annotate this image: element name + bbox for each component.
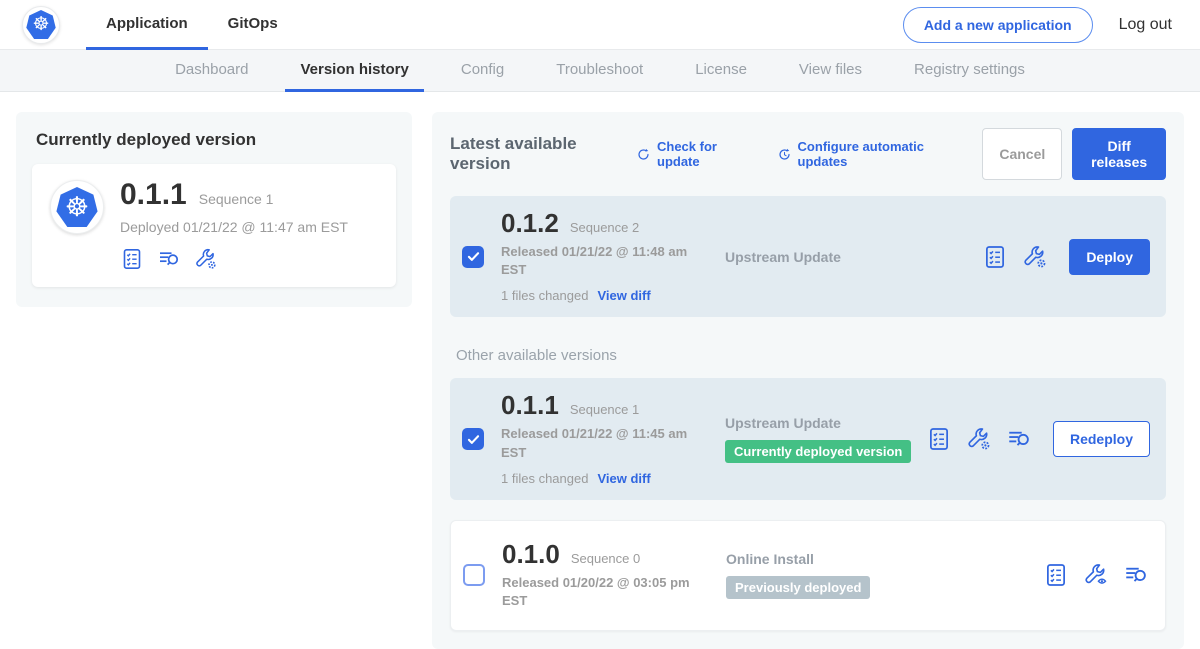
latest-version-header: Latest available version Check for updat… [450, 128, 1166, 180]
list-magnifier-icon[interactable] [1006, 426, 1032, 452]
kubernetes-logo-icon: ☸ [22, 6, 60, 44]
deployed-version-card: ☸ 0.1.1 Sequence 1 Deployed 01/21/22 @ 1… [32, 164, 396, 287]
cancel-button[interactable]: Cancel [982, 128, 1062, 180]
version-sequence: Sequence 0 [571, 551, 640, 566]
log-out-link[interactable]: Log out [1119, 16, 1172, 34]
configure-automatic-updates-link[interactable]: Configure automatic updates [777, 139, 957, 169]
add-new-application-button[interactable]: Add a new application [903, 7, 1093, 43]
version-sequence: Sequence 2 [570, 220, 639, 235]
check-for-update-link[interactable]: Check for update [636, 139, 751, 169]
deploy-button[interactable]: Deploy [1069, 239, 1150, 275]
wrench-gear-icon[interactable] [1022, 244, 1048, 270]
app-subnav: Dashboard Version history Config Trouble… [0, 50, 1200, 92]
view-diff-link[interactable]: View diff [597, 471, 650, 486]
files-changed: 1 files changed [501, 471, 588, 486]
version-row-0-1-1: 0.1.1 Sequence 1 Released 01/21/22 @ 11:… [450, 378, 1166, 499]
wrench-gear-icon[interactable] [966, 426, 992, 452]
deployed-sequence: Sequence 1 [199, 191, 274, 207]
latest-available-title: Latest available version [450, 134, 620, 174]
wrench-gear-icon[interactable] [194, 247, 218, 271]
redeploy-button[interactable]: Redeploy [1053, 421, 1150, 457]
version-number: 0.1.0 [502, 541, 560, 567]
checklist-icon[interactable] [120, 247, 144, 271]
list-magnifier-icon[interactable] [157, 247, 181, 271]
tab-dashboard[interactable]: Dashboard [160, 50, 263, 92]
kubernetes-wheel-icon: ☸ [32, 13, 49, 36]
tab-registry-settings[interactable]: Registry settings [899, 50, 1040, 92]
released-timestamp: Released 01/21/22 @ 11:48 am EST [501, 243, 691, 279]
tab-gitops-label: GitOps [228, 15, 278, 32]
app-logo-icon: ☸ [50, 180, 104, 234]
tab-license[interactable]: License [680, 50, 762, 92]
version-history-panel: Latest available version Check for updat… [432, 112, 1184, 649]
version-checkbox[interactable] [462, 428, 484, 450]
check-icon [465, 431, 482, 448]
version-sequence: Sequence 1 [570, 402, 639, 417]
tab-troubleshoot[interactable]: Troubleshoot [541, 50, 658, 92]
checklist-icon[interactable] [1043, 562, 1069, 588]
other-available-versions-title: Other available versions [456, 347, 1166, 364]
check-icon [465, 248, 482, 265]
currently-deployed-badge: Currently deployed version [725, 440, 911, 463]
version-row-0-1-2: 0.1.2 Sequence 2 Released 01/21/22 @ 11:… [450, 196, 1166, 317]
released-timestamp: Released 01/21/22 @ 11:45 am EST [501, 425, 691, 461]
tab-view-files[interactable]: View files [784, 50, 877, 92]
view-diff-link[interactable]: View diff [597, 288, 650, 303]
version-source: Online Install [726, 551, 814, 567]
deployed-version-number: 0.1.1 [120, 180, 187, 210]
wrench-eye-icon[interactable] [1083, 562, 1109, 588]
files-changed: 1 files changed [501, 288, 588, 303]
released-timestamp: Released 01/20/22 @ 03:05 pm EST [502, 574, 692, 610]
diff-releases-button[interactable]: Diff releases [1072, 128, 1166, 180]
version-row-0-1-0: 0.1.0 Sequence 0 Released 01/20/22 @ 03:… [450, 520, 1166, 631]
tab-gitops[interactable]: GitOps [208, 0, 298, 50]
configure-automatic-updates-label: Configure automatic updates [798, 139, 957, 169]
tab-application[interactable]: Application [86, 0, 208, 50]
tab-application-label: Application [106, 15, 188, 32]
version-source: Upstream Update [725, 249, 841, 265]
tab-config[interactable]: Config [446, 50, 519, 92]
checklist-icon[interactable] [926, 426, 952, 452]
check-for-update-label: Check for update [657, 139, 751, 169]
currently-deployed-title: Currently deployed version [36, 130, 396, 150]
kubernetes-wheel-icon: ☸ [65, 192, 89, 223]
main-content: Currently deployed version ☸ 0.1.1 Seque… [0, 92, 1200, 649]
checklist-icon[interactable] [982, 244, 1008, 270]
currently-deployed-panel: Currently deployed version ☸ 0.1.1 Seque… [16, 112, 412, 307]
list-magnifier-icon[interactable] [1123, 562, 1149, 588]
top-nav: ☸ Application GitOps Add a new applicati… [0, 0, 1200, 50]
version-checkbox[interactable] [462, 246, 484, 268]
version-number: 0.1.1 [501, 392, 559, 418]
version-checkbox[interactable] [463, 564, 485, 586]
version-number: 0.1.2 [501, 210, 559, 236]
version-source: Upstream Update [725, 415, 841, 431]
tab-version-history[interactable]: Version history [285, 50, 423, 92]
auto-update-icon [777, 146, 792, 163]
deployed-timestamp: Deployed 01/21/22 @ 11:47 am EST [120, 219, 348, 235]
refresh-icon [636, 146, 651, 163]
previously-deployed-badge: Previously deployed [726, 576, 870, 599]
